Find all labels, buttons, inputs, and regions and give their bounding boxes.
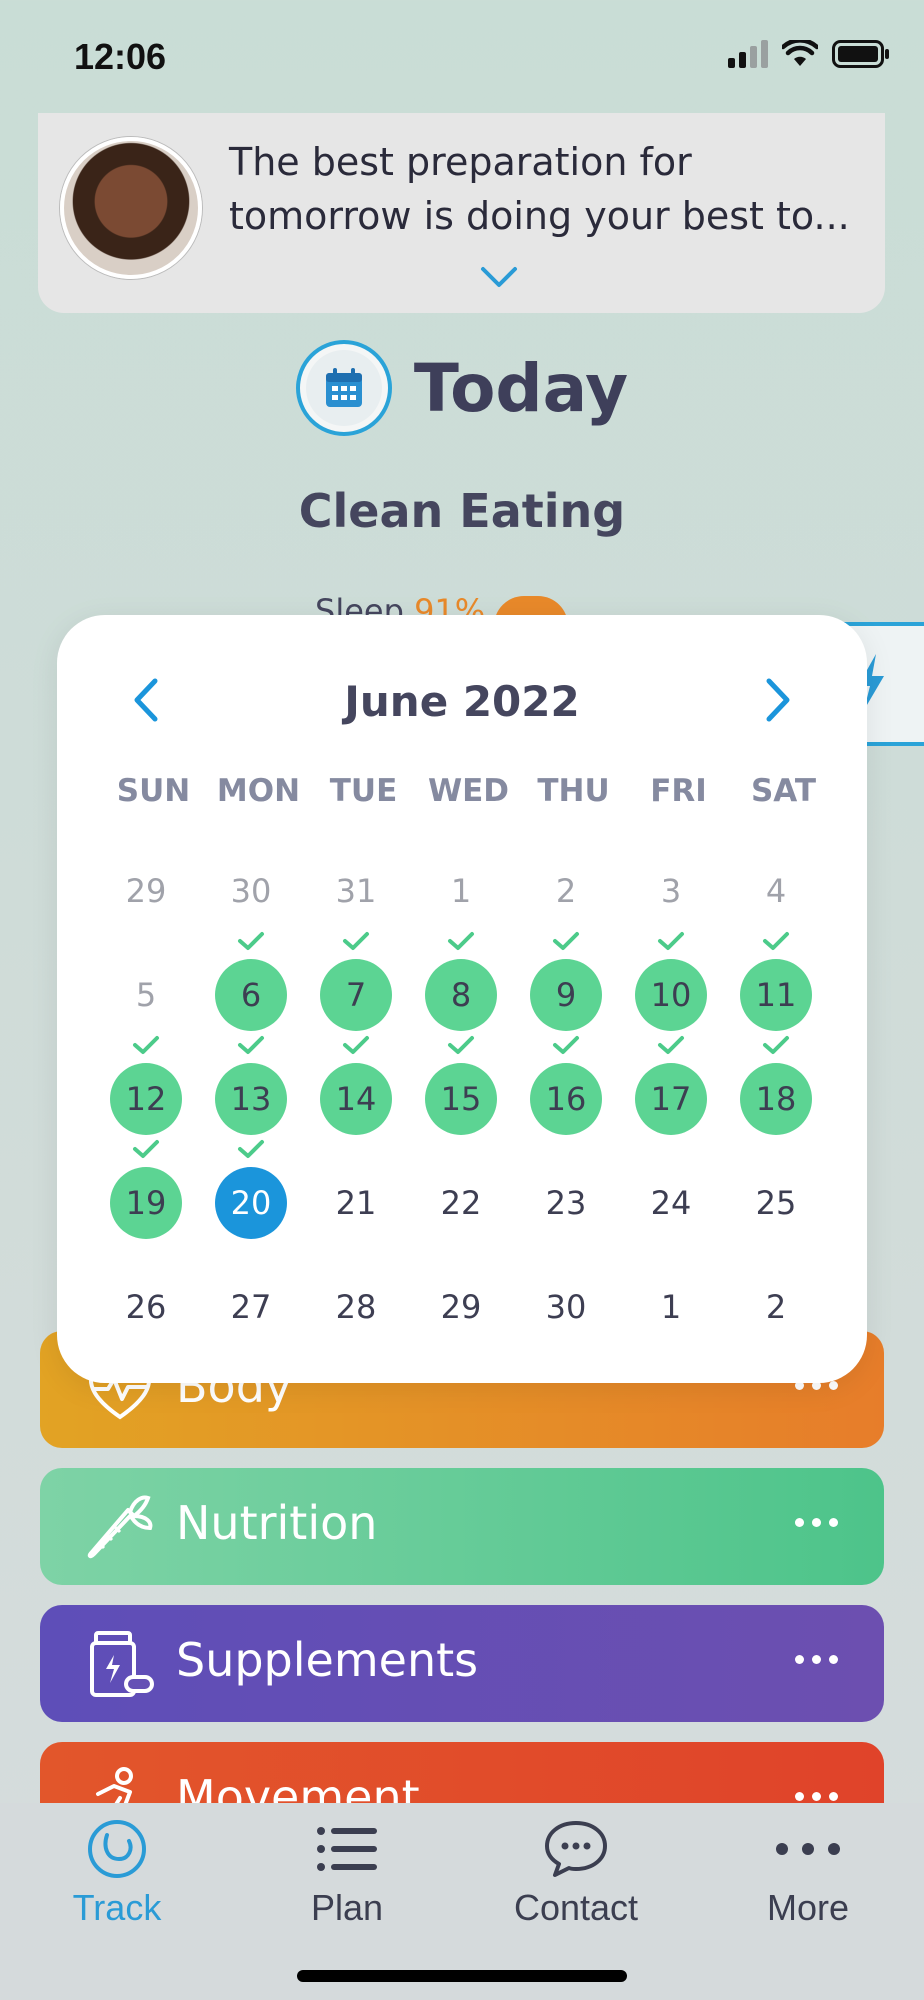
tab-plan[interactable]: Plan: [257, 1817, 437, 1929]
checkmark-icon: [763, 1036, 789, 1054]
coach-avatar: [60, 137, 202, 279]
calendar-day[interactable]: 17: [635, 1063, 707, 1135]
calendar-month-title: June 2022: [344, 677, 580, 726]
checkmark-icon: [658, 1036, 684, 1054]
list-icon: [317, 1827, 377, 1871]
checkmark-icon: [343, 1036, 369, 1054]
calendar-day[interactable]: 20: [215, 1167, 287, 1239]
home-indicator: [297, 1970, 627, 1982]
calendar-day[interactable]: 7: [320, 959, 392, 1031]
calendar-day[interactable]: 3: [635, 855, 707, 927]
tab-label-more: More: [766, 1887, 850, 1928]
calendar-day[interactable]: 6: [215, 959, 287, 1031]
weekday-label: TUE: [329, 773, 398, 809]
calendar-day[interactable]: 14: [320, 1063, 392, 1135]
weekday-label: SUN: [116, 773, 191, 809]
quote-card[interactable]: The best preparation for tomorrow is doi…: [38, 113, 885, 313]
tab-track[interactable]: Track: [27, 1817, 207, 1929]
supplement-bottle-icon: [90, 1631, 154, 1697]
more-options-icon[interactable]: [795, 1518, 838, 1527]
weekday-label: FRI: [650, 773, 707, 809]
checkmark-icon: [343, 932, 369, 950]
calendar-day[interactable]: 12: [110, 1063, 182, 1135]
calendar-day[interactable]: 10: [635, 959, 707, 1031]
calendar-day[interactable]: 27: [215, 1271, 287, 1343]
calendar-weekday-header: SUN MON TUE WED THU FRI SAT: [101, 773, 836, 809]
calendar-day[interactable]: 19: [110, 1167, 182, 1239]
battery-icon: [832, 40, 889, 68]
calendar-day[interactable]: 18: [740, 1063, 812, 1135]
checkmark-icon: [448, 932, 474, 950]
calendar-day[interactable]: 16: [530, 1063, 602, 1135]
calendar-day[interactable]: 26: [110, 1271, 182, 1343]
calendar-popup: June 2022 SUN MON TUE WED THU FRI SAT 29…: [57, 615, 867, 1383]
weekday-label: MON: [216, 773, 301, 809]
calendar-day[interactable]: 8: [425, 959, 497, 1031]
signal-icon: [728, 40, 768, 68]
checkmark-icon: [238, 1140, 264, 1158]
calendar-day[interactable]: 11: [740, 959, 812, 1031]
calendar-day[interactable]: 25: [740, 1167, 812, 1239]
wifi-icon: [782, 40, 818, 66]
calendar-day[interactable]: 28: [320, 1271, 392, 1343]
calendar-day[interactable]: 13: [215, 1063, 287, 1135]
status-icons: [728, 40, 890, 68]
category-label-supplements: Supplements: [176, 1633, 479, 1687]
tab-contact[interactable]: Contact: [486, 1817, 666, 1929]
today-header: Today: [0, 340, 924, 436]
weekday-label: THU: [537, 773, 610, 809]
weekday-label: WED: [427, 773, 510, 809]
chat-bubble-icon: [545, 1821, 607, 1877]
tab-more[interactable]: More: [718, 1817, 898, 1929]
chevron-right-icon[interactable]: [759, 675, 799, 725]
checkmark-icon: [448, 1036, 474, 1054]
calendar-day[interactable]: 4: [740, 855, 812, 927]
checkmark-icon: [133, 1036, 159, 1054]
checkmark-icon: [553, 1036, 579, 1054]
calendar-day[interactable]: 24: [635, 1167, 707, 1239]
carrot-icon: [87, 1495, 153, 1559]
tab-label-plan: Plan: [310, 1887, 384, 1928]
calendar-day[interactable]: 21: [320, 1167, 392, 1239]
more-dots-icon: [776, 1843, 840, 1855]
calendar-day[interactable]: 5: [110, 959, 182, 1031]
checkmark-icon: [658, 932, 684, 950]
calendar-day[interactable]: 30: [530, 1271, 602, 1343]
checkmark-icon: [238, 1036, 264, 1054]
calendar-day[interactable]: 2: [740, 1271, 812, 1343]
weekday-label: SAT: [750, 773, 817, 809]
tab-label-track: Track: [72, 1887, 162, 1928]
plan-name: Clean Eating: [298, 484, 626, 538]
calendar-day[interactable]: 1: [425, 855, 497, 927]
calendar-day[interactable]: 29: [110, 855, 182, 927]
checkmark-icon: [238, 932, 264, 950]
more-options-icon[interactable]: [795, 1655, 838, 1664]
tab-label-contact: Contact: [513, 1887, 639, 1928]
calendar-day[interactable]: 22: [425, 1167, 497, 1239]
category-label-nutrition: Nutrition: [176, 1496, 378, 1550]
track-spiral-icon: [88, 1820, 146, 1878]
more-options-icon[interactable]: [795, 1792, 838, 1801]
category-card-nutrition[interactable]: Nutrition: [40, 1468, 884, 1585]
quote-text: The best preparation for tomorrow is doi…: [229, 140, 850, 238]
status-bar: 12:06: [0, 0, 924, 110]
calendar-day[interactable]: 30: [215, 855, 287, 927]
calendar-icon[interactable]: [295, 340, 392, 436]
page-title: Today: [413, 349, 629, 427]
checkmark-icon: [133, 1140, 159, 1158]
calendar-day[interactable]: 31: [320, 855, 392, 927]
checkmark-icon: [763, 932, 789, 950]
calendar-day[interactable]: 9: [530, 959, 602, 1031]
calendar-day[interactable]: 29: [425, 1271, 497, 1343]
calendar-day[interactable]: 23: [530, 1167, 602, 1239]
checkmark-icon: [553, 932, 579, 950]
calendar-day[interactable]: 2: [530, 855, 602, 927]
status-time: 12:06: [74, 36, 167, 77]
category-card-supplements[interactable]: Supplements: [40, 1605, 884, 1722]
calendar-day[interactable]: 15: [425, 1063, 497, 1135]
chevron-down-icon[interactable]: [479, 263, 519, 291]
calendar-day[interactable]: 1: [635, 1271, 707, 1343]
